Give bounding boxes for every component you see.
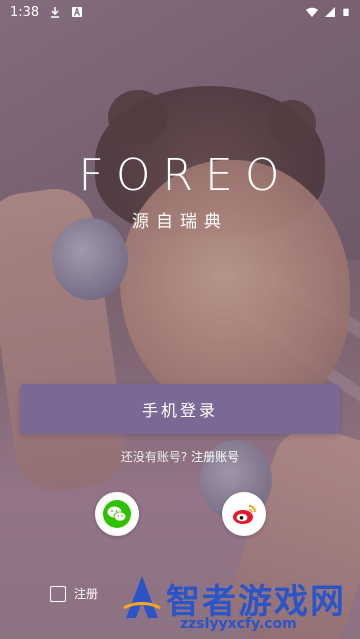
register-prompt: 还没有账号? [120, 450, 188, 464]
watermark-logo-icon [123, 576, 161, 618]
brand-tagline: 源自瑞典 [132, 212, 228, 232]
wifi-icon [306, 7, 318, 17]
battery-icon [343, 8, 349, 16]
overlay-shade [0, 0, 360, 639]
agreement-text: 注册 [74, 587, 99, 601]
a-badge-icon [72, 6, 83, 17]
register-link[interactable]: 注册账号 [191, 450, 239, 464]
agreement-checkbox[interactable] [50, 585, 66, 602]
download-icon [51, 7, 60, 18]
signal-icon [325, 7, 335, 17]
weibo-icon [233, 505, 256, 524]
agreement-row: 注册 [50, 585, 98, 602]
register-row: 还没有账号? 注册账号 [0, 448, 360, 465]
brand-logo: FOREO 源自瑞典 [0, 150, 360, 232]
status-time: 1:38 [10, 4, 40, 20]
status-bar: 1:38 [0, 0, 360, 24]
brand-wordmark: FOREO [78, 150, 292, 201]
wechat-icon [103, 500, 131, 528]
weibo-login-button[interactable] [222, 492, 266, 536]
watermark-url: zzslyyxcfy.com [180, 616, 297, 632]
site-watermark: 智者游戏网 zzslyyxcfy.com [120, 568, 360, 639]
background-photo [0, 0, 360, 639]
phone-login-button[interactable]: 手机登录 [20, 384, 340, 434]
wechat-login-button[interactable] [95, 492, 139, 536]
